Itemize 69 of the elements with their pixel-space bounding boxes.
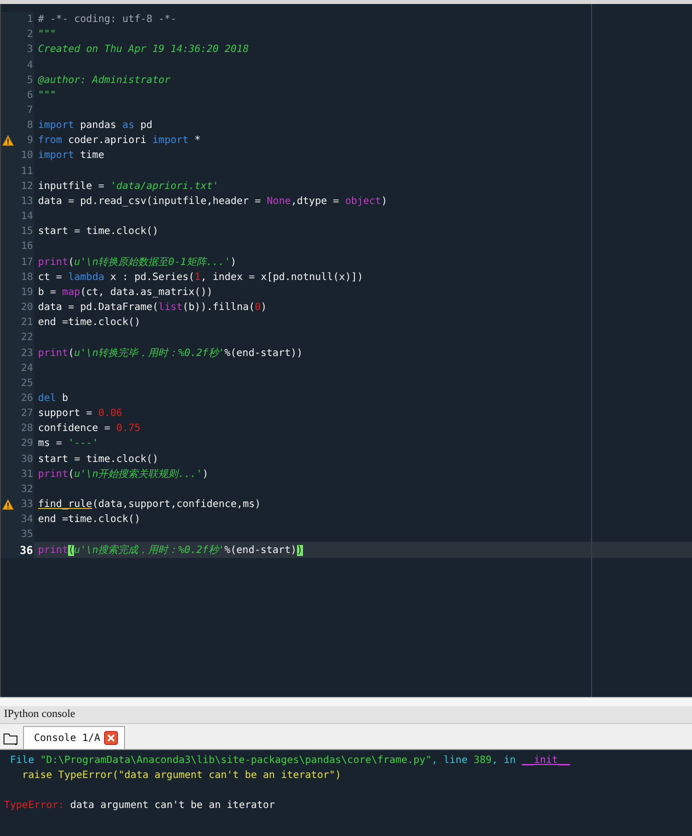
line-number: 17 — [20, 256, 34, 270]
code-line: print(u'\n搜索完成，用时：%0.2f秒'%(end-start)) — [38, 544, 303, 558]
code-line: from coder.apriori import * — [38, 134, 201, 148]
line-number: 36 — [20, 542, 34, 558]
code-line: confidence = 0.75 — [38, 422, 140, 436]
console-tab[interactable]: Console 1/A — [23, 726, 126, 749]
code-line: start = time.clock() — [38, 452, 158, 467]
line-number: 24 — [20, 362, 34, 376]
code-line: data = pd.DataFrame(list(b)).fillna(0) — [38, 301, 267, 316]
line-number: 33 — [20, 498, 34, 512]
line-number: 19 — [20, 286, 34, 300]
code-line: ct = lambda x : pd.Series(1, index = x[pd.notnull(x)]) — [38, 270, 364, 285]
code-line: print(u'\n开始搜索关联规则...') — [38, 468, 208, 482]
line-number: 13 — [20, 194, 34, 209]
code-line: print(u'\n转换完毕，用时：%0.2f秒'%(end-start)) — [38, 346, 303, 361]
line-number: 21 — [20, 316, 34, 330]
line-number: 12 — [20, 180, 34, 194]
code-line: start = time.clock() — [38, 225, 158, 240]
close-icon[interactable] — [104, 731, 118, 745]
line-number: 28 — [20, 422, 34, 436]
line-number: 18 — [20, 270, 34, 285]
line-number: 34 — [20, 513, 34, 528]
line-number: 8 — [26, 119, 34, 134]
code-line: Created on Thu Apr 19 14:36:20 2018 — [38, 43, 249, 58]
line-number: 25 — [20, 376, 34, 391]
code-line: ms = '---' — [38, 437, 98, 452]
code-line: data = pd.read_csv(inputfile,header = None,dtype = object) — [38, 194, 388, 209]
code-line: inputfile = 'data/apriori.txt' — [38, 180, 219, 194]
output-line: TypeError: data argument can't be an iterator — [4, 800, 275, 811]
line-number: 20 — [20, 301, 34, 316]
code-line: del b — [38, 392, 68, 406]
line-number: 30 — [20, 452, 34, 467]
line-number: 35 — [20, 528, 34, 542]
line-number: 2 — [26, 28, 34, 42]
line-number: 29 — [20, 437, 34, 452]
line-number: 6 — [26, 88, 34, 103]
line-number: 7 — [26, 104, 34, 118]
line-number: 5 — [26, 74, 34, 88]
line-number: 10 — [20, 149, 34, 164]
code-line: end =time.clock() — [38, 513, 140, 528]
line-number: 14 — [20, 210, 34, 224]
code-line: """ — [38, 28, 56, 42]
code-line: """ — [38, 88, 56, 103]
pane-title: IPython console — [0, 706, 692, 724]
line-number: 15 — [20, 225, 34, 240]
line-number: 11 — [20, 164, 34, 179]
line-number: 3 — [26, 43, 34, 58]
line-number: 31 — [20, 468, 34, 482]
line-number: 22 — [20, 331, 34, 346]
output-line: raise TypeError("data argument can't be an iterator") — [21, 770, 342, 781]
line-number: 27 — [20, 407, 34, 422]
line-number: 16 — [20, 240, 34, 254]
line-number: 26 — [20, 392, 34, 406]
code-line: # -*- coding: utf-8 -*- — [38, 13, 176, 28]
line-number: 4 — [26, 58, 34, 73]
code-line: support = 0.06 — [38, 407, 122, 422]
line-number: 1 — [26, 13, 34, 28]
code-line: end =time.clock() — [38, 316, 140, 330]
code-line: import time — [38, 149, 104, 164]
line-number: 23 — [20, 346, 34, 361]
code-line: print(u'\n转换原始数据至0-1矩阵...') — [38, 256, 236, 270]
output-line: File "D:\ProgramData\Anaconda3\lib\site-packages\pandas\core\frame.py", line 389, in __init__ — [9, 755, 570, 766]
code-line: import pandas as pd — [38, 119, 152, 134]
folder-icon[interactable] — [3, 732, 19, 746]
line-number: 32 — [20, 482, 34, 497]
line-number: 9 — [26, 134, 34, 148]
code-line: @author: Administrator — [38, 74, 170, 88]
code-line: b = map(ct, data.as_matrix()) — [38, 286, 213, 300]
code-line: find_rule(data,support,confidence,ms) — [38, 498, 261, 512]
